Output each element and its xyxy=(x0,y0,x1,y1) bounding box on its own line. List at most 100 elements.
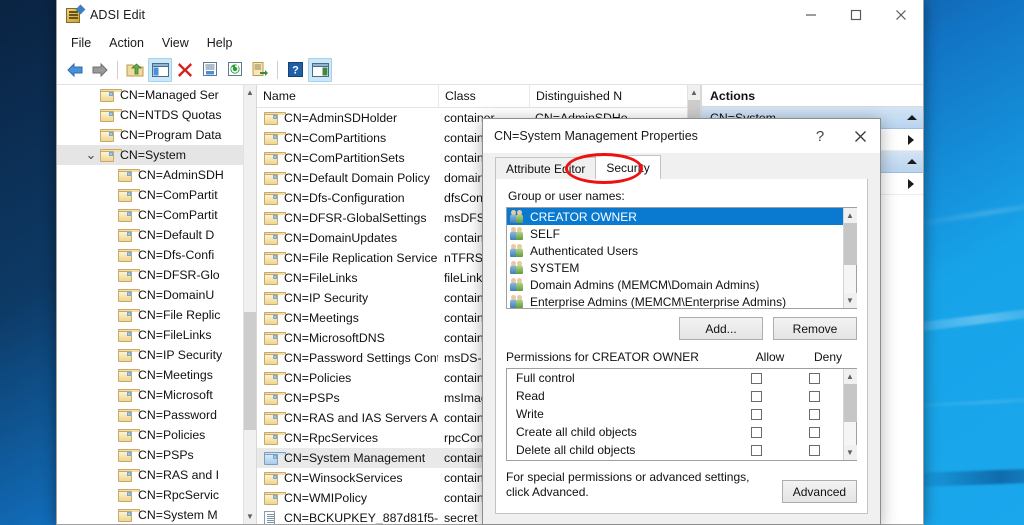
allow-checkbox[interactable] xyxy=(751,445,762,456)
column-header-distinguished-name[interactable]: Distinguished N xyxy=(529,85,641,108)
tree-item[interactable]: CN=System M xyxy=(57,505,243,524)
dialog-help-button[interactable]: ? xyxy=(800,120,840,152)
group-list-rows[interactable]: CREATOR OWNERSELFAuthenticated UsersSYST… xyxy=(507,208,843,308)
tree-item[interactable]: CN=AdminSDH xyxy=(57,165,243,185)
console-tree[interactable]: CN=Managed SerCN=NTDS QuotasCN=Program D… xyxy=(57,85,243,524)
tree-item[interactable]: CN=Meetings xyxy=(57,365,243,385)
scroll-down-icon[interactable]: ▼ xyxy=(244,509,257,524)
back-icon[interactable] xyxy=(63,58,87,82)
deny-checkbox[interactable] xyxy=(809,409,820,420)
group-scroll-track[interactable] xyxy=(844,223,857,293)
tree-item[interactable]: CN=PSPs xyxy=(57,445,243,465)
triangle-right-icon[interactable] xyxy=(908,179,914,189)
tree-item[interactable]: CN=IP Security xyxy=(57,345,243,365)
scroll-up-icon[interactable]: ▲ xyxy=(244,85,257,100)
tree-scroll-track[interactable] xyxy=(244,100,257,509)
chevron-down-icon[interactable]: ⌄ xyxy=(83,147,99,163)
permissions-list[interactable]: Full controlReadWriteCreate all child ob… xyxy=(506,368,857,461)
delete-icon[interactable] xyxy=(173,58,197,82)
menu-view[interactable]: View xyxy=(153,33,198,53)
group-list-item[interactable]: Enterprise Admins (MEMCM\Enterprise Admi… xyxy=(507,293,843,308)
group-list-item[interactable]: CREATOR OWNER xyxy=(507,208,843,225)
scroll-down-icon[interactable]: ▼ xyxy=(844,445,857,460)
tree-item[interactable]: CN=Microsoft xyxy=(57,385,243,405)
tree-item[interactable]: CN=NTDS Quotas xyxy=(57,105,243,125)
tree-item[interactable]: ⌄CN=System xyxy=(57,145,243,165)
allow-checkbox[interactable] xyxy=(751,391,762,402)
tree-item[interactable]: CN=Policies xyxy=(57,425,243,445)
group-list-item[interactable]: SYSTEM xyxy=(507,259,843,276)
forward-icon[interactable] xyxy=(88,58,112,82)
permission-label: Delete all child objects xyxy=(507,443,727,457)
group-list-item[interactable]: Domain Admins (MEMCM\Domain Admins) xyxy=(507,276,843,293)
export-list-icon[interactable] xyxy=(248,58,272,82)
show-hide-action-pane-icon[interactable] xyxy=(308,58,332,82)
refresh-icon[interactable] xyxy=(223,58,247,82)
remove-button[interactable]: Remove xyxy=(773,317,857,340)
group-list-scrollbar[interactable]: ▲ ▼ xyxy=(843,208,856,308)
tree-item[interactable]: CN=File Replic xyxy=(57,305,243,325)
tree-item[interactable]: CN=Default D xyxy=(57,225,243,245)
permission-row[interactable]: Write xyxy=(507,405,843,423)
minimize-button[interactable] xyxy=(788,0,833,30)
column-header-class[interactable]: Class xyxy=(438,85,529,108)
allow-checkbox[interactable] xyxy=(751,373,762,384)
properties-icon[interactable] xyxy=(198,58,222,82)
triangle-right-icon[interactable] xyxy=(908,135,914,145)
permissions-rows[interactable]: Full controlReadWriteCreate all child ob… xyxy=(507,369,843,460)
tree-item[interactable]: CN=RAS and I xyxy=(57,465,243,485)
tree-item[interactable]: CN=FileLinks xyxy=(57,325,243,345)
cell-name: CN=File Replication Service xyxy=(257,251,438,265)
permissions-scroll-thumb[interactable] xyxy=(844,384,857,422)
tree-item[interactable]: CN=ComPartit xyxy=(57,185,243,205)
show-hide-console-tree-icon[interactable] xyxy=(148,58,172,82)
deny-checkbox[interactable] xyxy=(809,373,820,384)
scroll-up-icon[interactable]: ▲ xyxy=(844,208,857,223)
allow-checkbox[interactable] xyxy=(751,409,762,420)
help-icon[interactable]: ? xyxy=(283,58,307,82)
maximize-button[interactable] xyxy=(833,0,878,30)
tree-scrollbar[interactable]: ▲ ▼ xyxy=(243,85,256,524)
tree-item[interactable]: CN=DomainU xyxy=(57,285,243,305)
permission-row[interactable]: Full control xyxy=(507,369,843,387)
add-button[interactable]: Add... xyxy=(679,317,763,340)
tab-security[interactable]: Security xyxy=(595,155,660,179)
advanced-button[interactable]: Advanced xyxy=(782,480,857,503)
menu-action[interactable]: Action xyxy=(100,33,153,53)
group-or-user-names-list[interactable]: CREATOR OWNERSELFAuthenticated UsersSYST… xyxy=(506,207,857,309)
group-list-item[interactable]: Authenticated Users xyxy=(507,242,843,259)
close-button[interactable] xyxy=(878,0,923,30)
tree-item[interactable]: CN=Program Data xyxy=(57,125,243,145)
permissions-scroll-track[interactable] xyxy=(844,384,857,445)
tree-scroll-thumb[interactable] xyxy=(244,312,257,430)
tree-item[interactable]: CN=Password xyxy=(57,405,243,425)
scroll-up-icon[interactable]: ▲ xyxy=(688,85,701,100)
tree-item[interactable]: CN=Managed Ser xyxy=(57,85,243,105)
deny-checkbox[interactable] xyxy=(809,445,820,456)
permission-row[interactable]: Delete all child objects xyxy=(507,441,843,459)
tree-item[interactable]: CN=ComPartit xyxy=(57,205,243,225)
folder-icon xyxy=(263,432,279,445)
tree-item[interactable]: CN=DFSR-Glo xyxy=(57,265,243,285)
deny-checkbox[interactable] xyxy=(809,427,820,438)
allow-checkbox[interactable] xyxy=(751,427,762,438)
up-one-level-icon[interactable] xyxy=(123,58,147,82)
scroll-up-icon[interactable]: ▲ xyxy=(844,369,857,384)
cell-name: CN=Default Domain Policy xyxy=(257,171,438,185)
dialog-close-button[interactable] xyxy=(840,120,880,152)
scroll-down-icon[interactable]: ▼ xyxy=(844,293,857,308)
tree-item[interactable]: CN=Dfs-Confi xyxy=(57,245,243,265)
triangle-up-icon[interactable] xyxy=(907,115,917,120)
group-scroll-thumb[interactable] xyxy=(844,223,857,265)
deny-checkbox[interactable] xyxy=(809,391,820,402)
permissions-scrollbar[interactable]: ▲ ▼ xyxy=(843,369,856,460)
triangle-up-icon[interactable] xyxy=(907,159,917,164)
group-list-item[interactable]: SELF xyxy=(507,225,843,242)
menu-help[interactable]: Help xyxy=(198,33,242,53)
permission-row[interactable]: Read xyxy=(507,387,843,405)
permission-row[interactable]: Create all child objects xyxy=(507,423,843,441)
tab-attribute-editor[interactable]: Attribute Editor xyxy=(495,157,596,179)
tree-item[interactable]: CN=RpcServic xyxy=(57,485,243,505)
menu-file[interactable]: File xyxy=(62,33,100,53)
column-header-name[interactable]: Name xyxy=(257,85,438,108)
